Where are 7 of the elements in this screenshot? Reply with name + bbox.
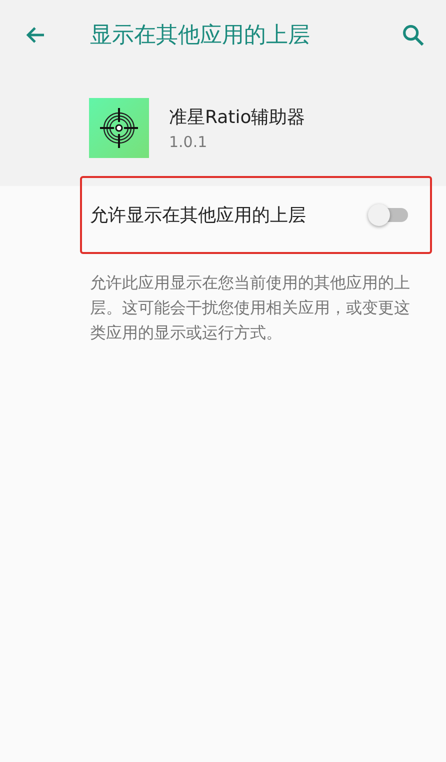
crosshair-app-icon bbox=[89, 98, 149, 158]
app-name: 准星Ratio辅助器 bbox=[169, 106, 306, 129]
search-icon bbox=[400, 22, 426, 48]
app-version: 1.0.1 bbox=[169, 133, 208, 151]
setting-label: 允许显示在其他应用的上层 bbox=[90, 204, 306, 227]
description-text: 允许此应用显示在您当前使用的其他应用的上层。这可能会干扰您使用相关应用，或变更这类应用的显示或运行方式。 bbox=[90, 272, 411, 344]
page-title: 显示在其他应用的上层 bbox=[90, 22, 311, 50]
